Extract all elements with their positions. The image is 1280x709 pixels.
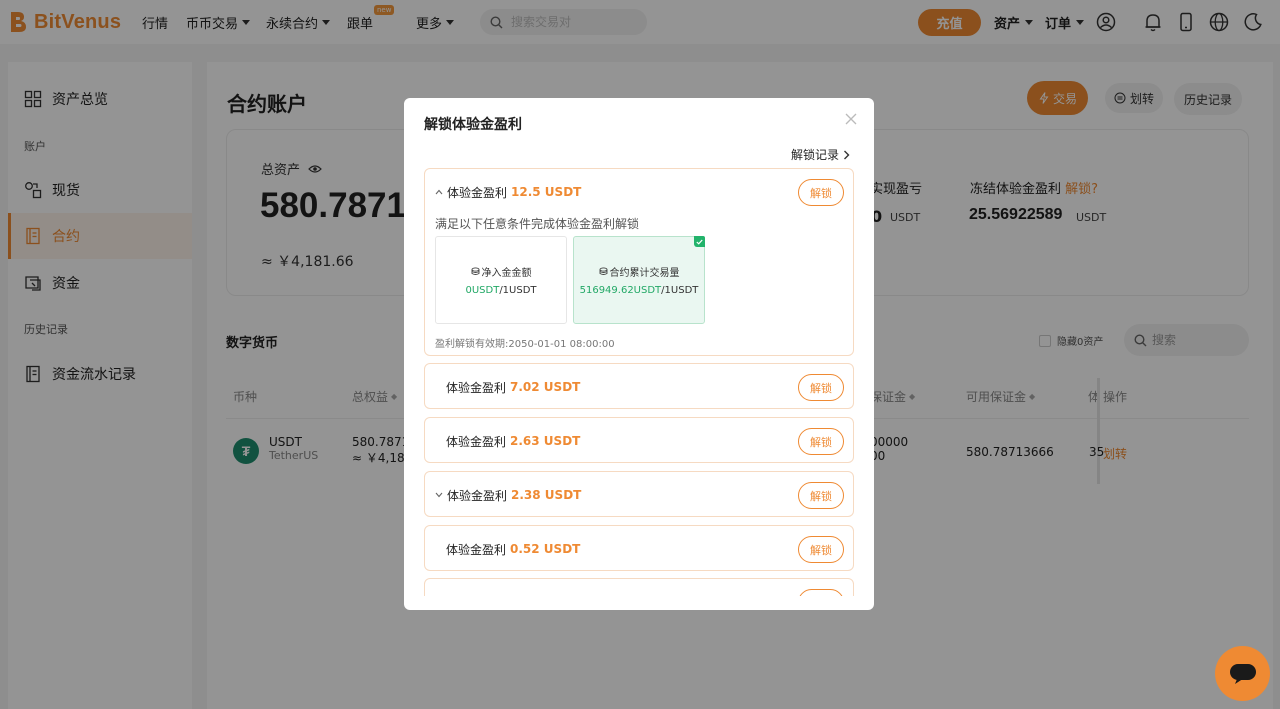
reward-header[interactable]: 体验金盈利 12.5 USDT [435, 169, 581, 215]
reward-label: 体验金盈利 [446, 434, 507, 449]
condition-current: 516949.62USDT [579, 285, 662, 296]
reward-item: 体验金盈利 12.5 USDT 解锁 满足以下任意条件完成体验金盈利解锁 净入金… [424, 168, 854, 356]
unlock-history-label: 解锁记录 [790, 148, 839, 162]
reward-label: 体验金盈利 [447, 185, 508, 200]
reward-header[interactable]: 体验金盈利 0.52 USDT [446, 526, 580, 572]
condition-label-row: 净入金金额 [471, 264, 532, 279]
condition-progress: 516949.62USDT/1USDT [580, 285, 699, 296]
condition-label-row: 合约累计交易量 [599, 264, 680, 279]
condition-progress: 0USDT/1USDT [465, 285, 536, 296]
unlock-button[interactable]: 解锁 [798, 536, 844, 563]
coin-stack-icon [471, 267, 479, 275]
reward-amount: 2.63 USDT [510, 434, 581, 448]
reward-item: 体验金盈利 0.52 USDT 解锁 [424, 525, 854, 571]
support-chat-button[interactable] [1215, 646, 1270, 701]
reward-header[interactable]: 体验金盈利 2.38 USDT [435, 472, 581, 518]
modal-title: 解锁体验金盈利 [424, 117, 522, 133]
reward-header[interactable]: 体验金盈利 2.63 USDT [446, 418, 580, 464]
reward-amount: 7.02 USDT [510, 380, 581, 394]
condition-label: 净入金金额 [481, 268, 532, 279]
unlock-button[interactable]: 解锁 [798, 179, 844, 206]
condition-trading-volume: 合约累计交易量 516949.62USDT/1USDT [573, 236, 705, 324]
check-icon [694, 236, 705, 247]
reward-list[interactable]: 体验金盈利 12.5 USDT 解锁 满足以下任意条件完成体验金盈利解锁 净入金… [424, 168, 854, 596]
reward-item: 体验金盈利 7.02 USDT 解锁 [424, 363, 854, 409]
unlock-button[interactable]: 解锁 [798, 428, 844, 455]
chevron-up-icon [435, 189, 443, 195]
unlock-button-partial[interactable] [798, 589, 844, 596]
unlock-expiry: 盈利解锁有效期:2050-01-01 08:00:00 [435, 339, 615, 350]
condition-text: 满足以下任意条件完成体验金盈利解锁 [435, 217, 640, 231]
condition-target: /1USDT [661, 285, 699, 296]
condition-label: 合约累计交易量 [609, 268, 680, 279]
close-icon[interactable] [844, 112, 858, 126]
condition-target: /1USDT [499, 285, 537, 296]
coin-stack-icon [599, 267, 607, 275]
reward-label: 体验金盈利 [446, 380, 507, 395]
unlock-history-link[interactable]: 解锁记录 [791, 146, 850, 163]
chevron-right-icon [844, 150, 850, 159]
reward-item-partial [424, 578, 854, 596]
reward-label: 体验金盈利 [446, 542, 507, 557]
unlock-button[interactable]: 解锁 [798, 374, 844, 401]
reward-amount: 0.52 USDT [510, 542, 581, 556]
reward-header[interactable]: 体验金盈利 7.02 USDT [446, 364, 580, 410]
reward-item: 体验金盈利 2.38 USDT 解锁 [424, 471, 854, 517]
reward-item: 体验金盈利 2.63 USDT 解锁 [424, 417, 854, 463]
chat-bubble-icon [1229, 663, 1256, 684]
reward-amount: 12.5 USDT [511, 185, 582, 199]
reward-label: 体验金盈利 [447, 488, 508, 503]
unlock-button[interactable]: 解锁 [798, 482, 844, 509]
unlock-profit-modal: 解锁体验金盈利 解锁记录 体验金盈利 12.5 USDT 解锁 满足以下任意条件… [404, 98, 874, 610]
condition-deposit: 净入金金额 0USDT/1USDT [435, 236, 567, 324]
chevron-down-icon [435, 492, 443, 498]
reward-amount: 2.38 USDT [511, 488, 582, 502]
condition-current: 0USDT [465, 285, 500, 296]
